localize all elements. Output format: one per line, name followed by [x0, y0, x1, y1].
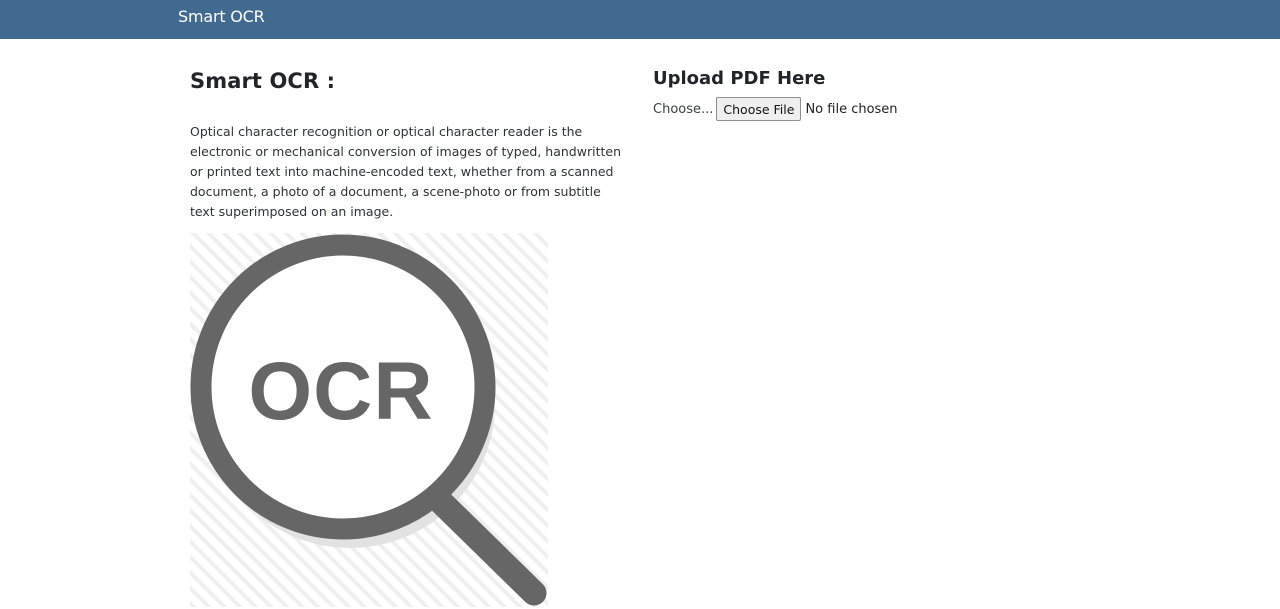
upload-title: Upload PDF Here	[653, 68, 826, 89]
upload-section: Upload PDF Here Choose... Choose File No…	[653, 66, 1053, 121]
file-upload-field: Choose... Choose File No file chosen	[653, 97, 898, 121]
navbar: Smart OCR	[0, 0, 1280, 39]
ocr-description: Optical character recognition or optical…	[190, 124, 621, 219]
choose-label: Choose...	[653, 101, 714, 117]
intro-section: Smart OCR : Optical character recognitio…	[190, 66, 630, 219]
navbar-brand[interactable]: Smart OCR	[178, 7, 265, 26]
ocr-magnifier-image: OCR	[190, 233, 548, 607]
choose-file-button[interactable]: Choose File	[716, 97, 802, 121]
ocr-image-text: OCR	[248, 346, 433, 437]
page-title: Smart OCR :	[190, 69, 336, 93]
file-status: No file chosen	[805, 101, 898, 117]
